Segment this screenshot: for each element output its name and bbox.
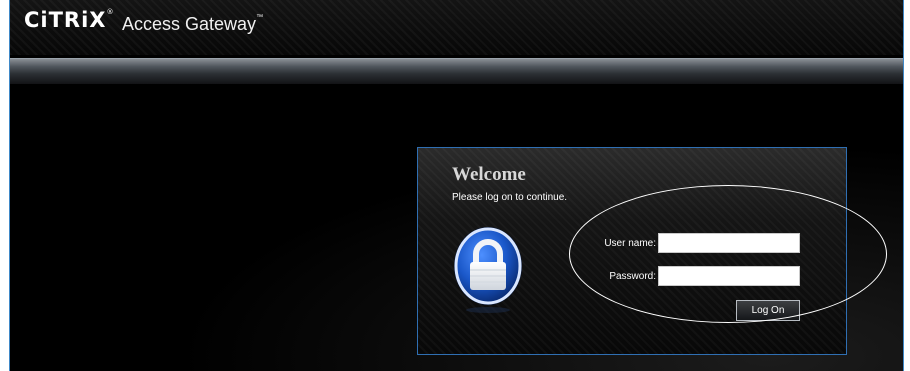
app-window: CiTRiX® Access Gateway™ Welcome Please l… — [9, 0, 904, 371]
product-title: Access Gateway™ — [122, 14, 263, 35]
brand-name: CiTRiX — [24, 8, 107, 32]
login-panel: Welcome Please log on to continue. User … — [417, 147, 847, 355]
username-input[interactable] — [658, 233, 800, 253]
header: CiTRiX® Access Gateway™ — [10, 0, 903, 55]
product-name: Access Gateway — [122, 14, 257, 34]
logon-button[interactable]: Log On — [736, 300, 800, 321]
password-label: Password: — [609, 271, 656, 282]
welcome-title: Welcome — [452, 164, 526, 185]
brand-mark: ® — [106, 8, 115, 16]
username-label: User name: — [604, 238, 656, 249]
main-content: Welcome Please log on to continue. User … — [10, 84, 903, 371]
product-mark: ™ — [256, 14, 264, 21]
login-subtitle: Please log on to continue. — [452, 192, 568, 203]
password-input[interactable] — [658, 266, 800, 286]
citrix-logo: CiTRiX® — [24, 8, 115, 32]
navigation-bar — [10, 58, 903, 84]
padlock-icon — [452, 226, 524, 314]
